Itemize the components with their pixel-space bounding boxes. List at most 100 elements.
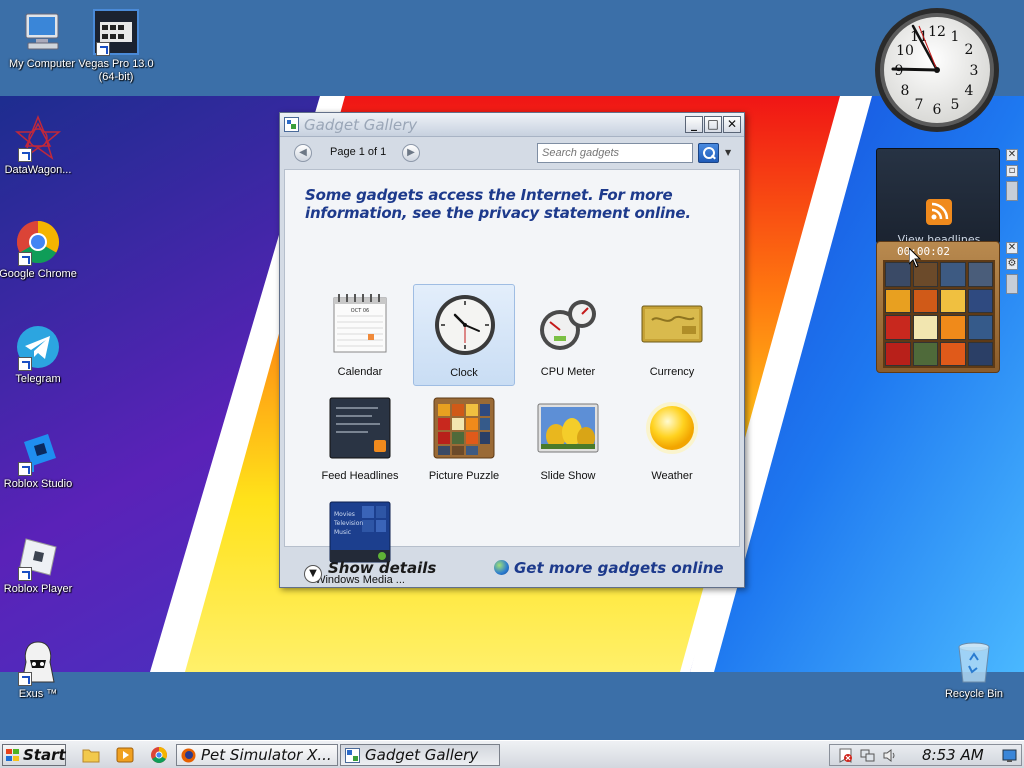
desktop-icon-vegas-pro[interactable]: Vegas Pro 13.0 (64-bit) — [74, 8, 158, 84]
shortcut-arrow-icon — [18, 672, 32, 686]
get-more-gadgets-label: Get more gadgets online — [514, 559, 724, 577]
desktop-icon-roblox-studio[interactable]: Roblox Studio — [0, 428, 80, 491]
desktop-icon-exus[interactable]: Exus ™ — [0, 638, 80, 701]
svg-text:3: 3 — [970, 63, 979, 79]
puzzle-tile[interactable] — [912, 341, 938, 366]
currency-icon — [641, 305, 703, 343]
puzzle-tile[interactable] — [912, 288, 938, 313]
title-bar[interactable]: Gadget Gallery _ □ ✕ — [280, 113, 744, 137]
folder-icon[interactable] — [82, 746, 100, 764]
shortcut-arrow-icon — [18, 357, 32, 371]
search-icon[interactable] — [698, 143, 719, 163]
media-player-icon[interactable] — [116, 746, 134, 764]
puzzle-tile[interactable] — [885, 315, 911, 340]
chevron-down-icon: ▼ — [304, 565, 322, 583]
desktop-icon-recycle-bin[interactable]: Recycle Bin — [932, 638, 1016, 701]
puzzle-tile[interactable] — [940, 262, 966, 287]
chevron-down-icon[interactable]: ▼ — [725, 148, 731, 157]
puzzle-tile[interactable] — [967, 288, 993, 313]
puzzle-grid[interactable] — [883, 260, 995, 368]
gadget-gallery-window: Gadget Gallery _ □ ✕ ◀ Page 1 of 1 ▶ ▼ S… — [279, 112, 745, 588]
gadget-item-slide-show[interactable]: Slide Show — [517, 388, 619, 490]
security-alert-icon[interactable] — [838, 748, 853, 763]
puzzle-tile[interactable] — [885, 262, 911, 287]
desktop-icon-datawagon[interactable]: DataWagon... — [0, 114, 80, 177]
feed-headlines-gadget[interactable]: View headlines — [876, 148, 1000, 246]
next-page-button[interactable]: ▶ — [402, 144, 420, 162]
puzzle-tile[interactable] — [885, 288, 911, 313]
windows-logo-icon — [6, 749, 20, 762]
gadget-label: Weather — [651, 470, 693, 482]
desktop-icon-google-chrome[interactable]: Google Chrome — [0, 218, 80, 281]
puzzle-tile[interactable] — [885, 341, 911, 366]
gallery-footer: ▼ Show details Get more gadgets online — [280, 551, 744, 587]
desktop-icon-label: My Computer — [8, 58, 76, 70]
desktop-icon-label: Telegram — [15, 373, 61, 385]
gadget-item-cpu-meter[interactable]: CPU Meter — [517, 284, 619, 386]
start-label: Start — [23, 746, 66, 764]
gadget-item-clock[interactable]: Clock — [413, 284, 515, 386]
desktop-icon-telegram[interactable]: Telegram — [0, 323, 80, 386]
volume-icon[interactable] — [882, 748, 897, 763]
puzzle-tile[interactable] — [967, 341, 993, 366]
privacy-notice-link[interactable]: Some gadgets access the Internet. For mo… — [305, 186, 725, 222]
puzzle-tile[interactable] — [912, 315, 938, 340]
gadget-item-picture-puzzle[interactable]: Picture Puzzle — [413, 388, 515, 490]
svg-text:8: 8 — [901, 83, 910, 99]
puzzle-tile[interactable] — [967, 262, 993, 287]
shortcut-arrow-icon — [18, 567, 32, 581]
close-button[interactable]: ✕ — [723, 116, 741, 133]
puzzle-tile[interactable] — [940, 341, 966, 366]
gadget-list: Some gadgets access the Internet. For mo… — [284, 169, 740, 586]
puzzle-tile[interactable] — [940, 315, 966, 340]
taskbar-button-pet-simulator[interactable]: Pet Simulator X... — [176, 744, 338, 766]
taskbar-clock[interactable]: 8:53 AM — [922, 746, 984, 764]
gadget-item-calendar[interactable]: OCT 06 Calendar — [309, 284, 411, 386]
desktop-icon-label: Vegas Pro 13.0 (64-bit) — [78, 58, 154, 83]
show-details-label: Show details — [328, 559, 437, 577]
close-gadget-icon[interactable]: ✕ — [1006, 242, 1018, 254]
search-input[interactable] — [537, 143, 693, 163]
show-desktop-icon[interactable] — [1002, 748, 1017, 763]
minimize-button[interactable]: _ — [685, 116, 703, 133]
gadget-item-weather[interactable]: Weather — [621, 388, 723, 490]
network-icon[interactable] — [860, 748, 875, 763]
drag-gadget-handle[interactable] — [1006, 181, 1018, 201]
clock-icon — [435, 295, 495, 355]
svg-text:5: 5 — [951, 97, 960, 113]
gadget-item-currency[interactable]: Currency — [621, 284, 723, 386]
gallery-toolbar: ◀ Page 1 of 1 ▶ ▼ — [280, 138, 744, 168]
drag-gadget-handle[interactable] — [1006, 274, 1018, 294]
taskbar-button-label: Pet Simulator X... — [201, 746, 332, 764]
previous-page-button[interactable]: ◀ — [294, 144, 312, 162]
puzzle-tile[interactable] — [967, 315, 993, 340]
rss-icon — [926, 199, 952, 225]
shortcut-arrow-icon — [96, 42, 110, 56]
wrench-icon[interactable]: ⚙ — [1006, 258, 1018, 270]
close-gadget-icon[interactable]: ✕ — [1006, 149, 1018, 161]
weather-icon — [646, 402, 698, 454]
start-button[interactable]: Start — [2, 744, 66, 766]
show-details-button[interactable]: ▼ Show details — [304, 559, 436, 583]
taskbar: Start Pet Simulator X... Gadget Gallery — [0, 740, 1024, 768]
picture-puzzle-gadget[interactable]: 00:00:02 — [876, 241, 1000, 373]
maximize-button[interactable]: □ — [704, 116, 722, 133]
gadget-gallery-icon — [284, 117, 299, 132]
desktop-icon-label: Roblox Studio — [3, 478, 73, 490]
gadget-item-feed-headlines[interactable]: Feed Headlines — [309, 388, 411, 490]
desktop-icon-my-computer[interactable]: My Computer — [0, 8, 84, 71]
svg-text:2: 2 — [965, 42, 974, 58]
desktop-icon-roblox-player[interactable]: Roblox Player — [0, 533, 80, 596]
clock-gadget[interactable]: 1212 345 678 91011 — [873, 6, 1001, 134]
desktop: My Computer Vegas Pro 13.0 (64-bit) Data… — [0, 0, 1024, 740]
svg-text:7: 7 — [915, 97, 924, 113]
svg-text:9: 9 — [895, 63, 904, 79]
puzzle-tile[interactable] — [940, 288, 966, 313]
desktop-icon-label: Exus ™ — [18, 688, 58, 700]
chrome-icon[interactable] — [150, 746, 168, 764]
resize-gadget-icon[interactable]: ▫ — [1006, 165, 1018, 177]
svg-text:6: 6 — [933, 102, 942, 118]
media-center-menu-item: Television — [333, 520, 363, 527]
taskbar-button-gadget-gallery[interactable]: Gadget Gallery — [340, 744, 500, 766]
get-more-gadgets-link[interactable]: Get more gadgets online — [494, 559, 724, 577]
